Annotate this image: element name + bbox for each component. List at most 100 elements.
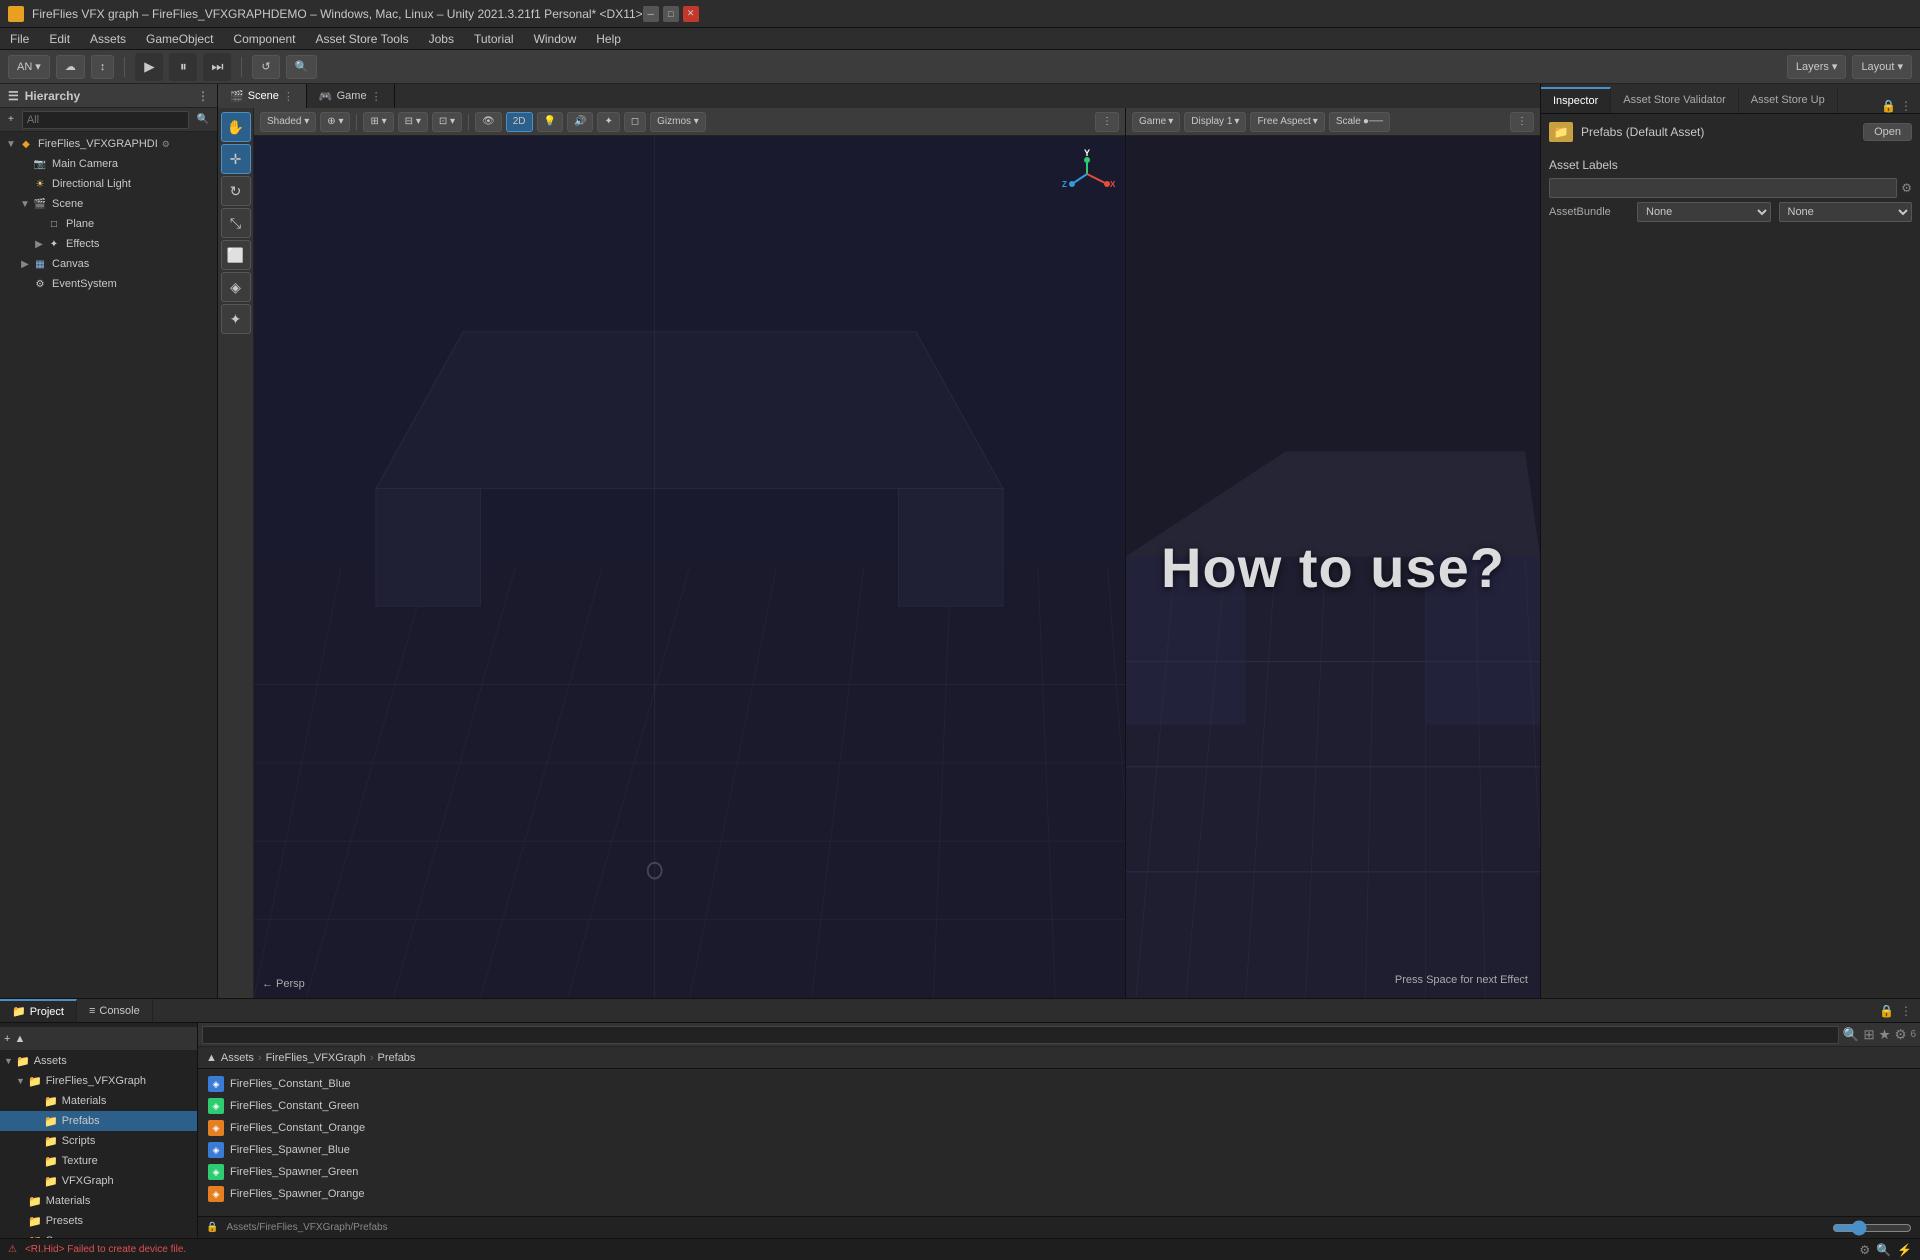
tab-inspector[interactable]: Inspector [1541, 87, 1611, 113]
game-label-btn[interactable]: Game ▾ [1132, 112, 1180, 132]
layers-button[interactable]: Layers ▾ [1787, 55, 1847, 79]
lock-icon[interactable]: 🔒 [1881, 99, 1896, 113]
minimize-button[interactable]: ─ [643, 6, 659, 22]
scene-tab-menu[interactable]: ⋮ [283, 90, 294, 103]
open-button[interactable]: Open [1863, 123, 1912, 141]
list-item[interactable]: ▼ ◆ FireFlies_VFXGRAPHDI ⚙ [0, 134, 217, 154]
hierarchy-search[interactable] [22, 111, 189, 129]
snap-btn[interactable]: ⊡ ▾ [432, 112, 462, 132]
list-item[interactable]: 📁 VFXGraph [0, 1171, 197, 1191]
add-button[interactable]: + [4, 1033, 10, 1045]
aspect-btn[interactable]: Free Aspect ▾ [1250, 112, 1324, 132]
hierarchy-search-icon[interactable]: 🔍 [193, 112, 213, 127]
light-btn[interactable]: 💡 [537, 112, 563, 132]
maximize-button[interactable]: □ [663, 6, 679, 22]
menu-assets[interactable]: Assets [80, 28, 136, 49]
close-button[interactable]: ✕ [683, 6, 699, 22]
list-item[interactable]: □ Plane [0, 214, 217, 234]
pivot-btn[interactable]: ⊞ ▾ [363, 112, 393, 132]
grid-btn[interactable]: ⊟ ▾ [398, 112, 428, 132]
hidden-btn[interactable]: ◻ [624, 112, 646, 132]
tab-scene[interactable]: 🎬 Scene ⋮ [218, 84, 307, 108]
scale-btn[interactable]: Scale ●── [1329, 112, 1390, 132]
play-button[interactable]: ▶ [135, 53, 163, 81]
tab-asset-store-validator[interactable]: Asset Store Validator [1611, 87, 1739, 113]
asset-bundle-select-2[interactable]: None [1779, 202, 1913, 222]
menu-jobs[interactable]: Jobs [419, 28, 464, 49]
move-tool[interactable]: ✛ [221, 144, 251, 174]
list-item[interactable]: 📁 Scripts [0, 1131, 197, 1151]
tab-game[interactable]: 🎮 Game ⋮ [307, 84, 395, 108]
menu-component[interactable]: Component [223, 28, 305, 49]
lock-icon-2[interactable]: 🔒 [1879, 1004, 1894, 1018]
list-item[interactable]: ◈ FireFlies_Constant_Blue [202, 1073, 1916, 1095]
search-button[interactable]: 🔍 [286, 55, 318, 79]
inspector-menu-icon[interactable]: ⋮ [1900, 99, 1912, 113]
transform-tool[interactable]: ◈ [221, 272, 251, 302]
list-item[interactable]: 📁 Prefabs [0, 1111, 197, 1131]
menu-edit[interactable]: Edit [39, 28, 80, 49]
list-item[interactable]: ☀ Directional Light [0, 174, 217, 194]
list-item[interactable]: ◈ FireFlies_Spawner_Blue [202, 1139, 1916, 1161]
fx-btn[interactable]: ✦ [597, 112, 619, 132]
project-settings-icon[interactable]: ⚙ [1894, 1027, 1906, 1043]
list-item[interactable]: ▼ 📁 FireFlies_VFXGraph [0, 1071, 197, 1091]
pause-button[interactable]: ⏸ [169, 53, 197, 81]
list-item[interactable]: 📁 Materials [0, 1091, 197, 1111]
list-item[interactable]: ▶ ✦ Effects [0, 234, 217, 254]
list-item[interactable]: ⚙ EventSystem [0, 274, 217, 294]
asset-bundle-select-1[interactable]: None [1637, 202, 1771, 222]
status-icon-1[interactable]: ⚙ [1859, 1243, 1870, 1257]
game-tab-menu[interactable]: ⋮ [371, 90, 382, 103]
cloud-button[interactable]: ☁ [56, 55, 85, 79]
list-item[interactable]: 📁 Scenes [0, 1231, 197, 1238]
scale-tool[interactable]: ⤡ [221, 208, 251, 238]
game-options-btn[interactable]: ⋮ [1510, 112, 1534, 132]
view-dropdown[interactable]: ⊕ ▾ [320, 112, 350, 132]
list-item[interactable]: ▼ 🎬 Scene [0, 194, 217, 214]
account-button[interactable]: AN ▾ [8, 55, 50, 79]
custom-tool[interactable]: ✦ [221, 304, 251, 334]
bottom-menu-icon[interactable]: ⋮ [1900, 1004, 1912, 1018]
window-controls[interactable]: ─ □ ✕ [643, 6, 699, 22]
list-item[interactable]: ▼ 📁 Assets [0, 1051, 197, 1071]
gizmos-btn[interactable]: Gizmos ▾ [650, 112, 706, 132]
step-button[interactable]: ⏭ [203, 53, 231, 81]
asset-labels-icon[interactable]: ⚙ [1901, 181, 1912, 195]
project-filter-icon[interactable]: ⊞ [1863, 1027, 1874, 1043]
2d-btn[interactable]: 2D [506, 112, 533, 132]
list-item[interactable]: 📁 Texture [0, 1151, 197, 1171]
scene-options-btn[interactable]: ⋮ [1095, 112, 1119, 132]
tab-console[interactable]: ≡ Console [77, 999, 153, 1022]
breadcrumb-vfxgraph[interactable]: FireFlies_VFXGraph [266, 1052, 366, 1064]
undo-button[interactable]: ↺ [252, 55, 279, 79]
list-item[interactable]: ◈ FireFlies_Constant_Orange [202, 1117, 1916, 1139]
hand-tool[interactable]: ✋ [221, 112, 251, 142]
menu-help[interactable]: Help [586, 28, 631, 49]
list-item[interactable]: ◈ FireFlies_Spawner_Green [202, 1161, 1916, 1183]
menu-window[interactable]: Window [524, 28, 587, 49]
status-icon-3[interactable]: ⚡ [1897, 1243, 1912, 1257]
visibility-btn[interactable]: 👁 [475, 112, 502, 132]
menu-gameobject[interactable]: GameObject [136, 28, 223, 49]
rect-tool[interactable]: ⬜ [221, 240, 251, 270]
list-item[interactable]: 📁 Presets [0, 1211, 197, 1231]
list-item[interactable]: 📷 Main Camera [0, 154, 217, 174]
zoom-slider[interactable] [1832, 1220, 1912, 1236]
collab-button[interactable]: ↕ [91, 55, 115, 79]
path-lock-icon[interactable]: 🔒 [206, 1222, 218, 1233]
asset-labels-input[interactable] [1549, 178, 1897, 198]
project-search-input[interactable] [202, 1026, 1839, 1044]
list-item[interactable]: ▶ ▦ Canvas [0, 254, 217, 274]
project-star-icon[interactable]: ★ [1879, 1027, 1891, 1043]
breadcrumb-assets[interactable]: Assets [221, 1052, 254, 1064]
project-search-icon[interactable]: 🔍 [1843, 1027, 1860, 1043]
list-item[interactable]: ◈ FireFlies_Constant_Green [202, 1095, 1916, 1117]
collapse-button[interactable]: ▲ [14, 1033, 25, 1045]
menu-file[interactable]: File [0, 28, 39, 49]
status-icon-2[interactable]: 🔍 [1876, 1243, 1891, 1257]
hierarchy-add-button[interactable]: + [4, 112, 18, 127]
list-item[interactable]: 📁 Materials [0, 1191, 197, 1211]
menu-tutorial[interactable]: Tutorial [464, 28, 524, 49]
breadcrumb-prefabs[interactable]: Prefabs [378, 1052, 416, 1064]
